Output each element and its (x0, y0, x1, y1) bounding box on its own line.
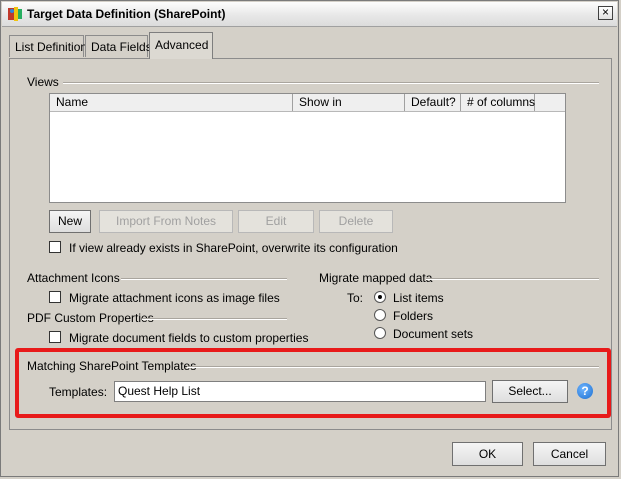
column-header-num-columns[interactable]: # of columns (461, 94, 535, 111)
radio-list-items-label: List items (393, 291, 444, 305)
tab-data-fields[interactable]: Data Fields (85, 35, 152, 57)
new-view-button[interactable]: New (49, 210, 91, 233)
window-title: Target Data Definition (SharePoint) (27, 7, 226, 21)
migrate-mapped-data-divider (426, 278, 599, 280)
tab-list-definition[interactable]: List Definition (9, 35, 87, 57)
radio-folders[interactable] (374, 309, 386, 321)
migrate-to-label: To: (347, 291, 364, 305)
tab-advanced[interactable]: Advanced (149, 32, 213, 59)
migrate-document-fields-checkbox[interactable] (49, 331, 61, 343)
ok-button[interactable]: OK (452, 442, 523, 466)
views-list-header: Name Show in Default? # of columns (50, 94, 565, 112)
migrate-mapped-data-group-label: Migrate mapped data (319, 271, 433, 285)
import-from-notes-button[interactable]: Import From Notes (99, 210, 233, 233)
title-bar[interactable]: Target Data Definition (SharePoint) × (2, 2, 617, 27)
pdf-custom-properties-group-label: PDF Custom Properties (27, 311, 154, 325)
edit-view-button[interactable]: Edit (238, 210, 314, 233)
column-header-name[interactable]: Name (50, 94, 293, 111)
radio-folders-label: Folders (393, 309, 434, 323)
radio-document-sets[interactable] (374, 327, 386, 339)
views-divider (63, 82, 599, 84)
radio-list-items[interactable] (374, 291, 386, 303)
migrate-attachment-icons-checkbox[interactable] (49, 291, 61, 303)
column-header-show-in[interactable]: Show in (293, 94, 405, 111)
templates-highlight-box (15, 348, 611, 418)
views-group-label: Views (27, 75, 59, 89)
overwrite-view-checkbox[interactable] (49, 241, 61, 253)
attachment-icons-divider (121, 278, 287, 280)
radio-document-sets-label: Document sets (393, 327, 474, 341)
delete-view-button[interactable]: Delete (319, 210, 393, 233)
migrate-attachment-icons-label: Migrate attachment icons as image files (69, 291, 280, 305)
migrate-document-fields-label: Migrate document fields to custom proper… (69, 331, 309, 345)
close-button[interactable]: × (598, 6, 613, 20)
pdf-custom-properties-divider (142, 318, 287, 320)
dialog-window: Target Data Definition (SharePoint) × Li… (0, 0, 619, 477)
overwrite-view-label: If view already exists in SharePoint, ov… (69, 241, 398, 255)
cancel-button[interactable]: Cancel (533, 442, 606, 466)
app-icon (8, 7, 22, 21)
attachment-icons-group-label: Attachment Icons (27, 271, 120, 285)
column-header-default[interactable]: Default? (405, 94, 461, 111)
views-list[interactable]: Name Show in Default? # of columns (49, 93, 566, 203)
